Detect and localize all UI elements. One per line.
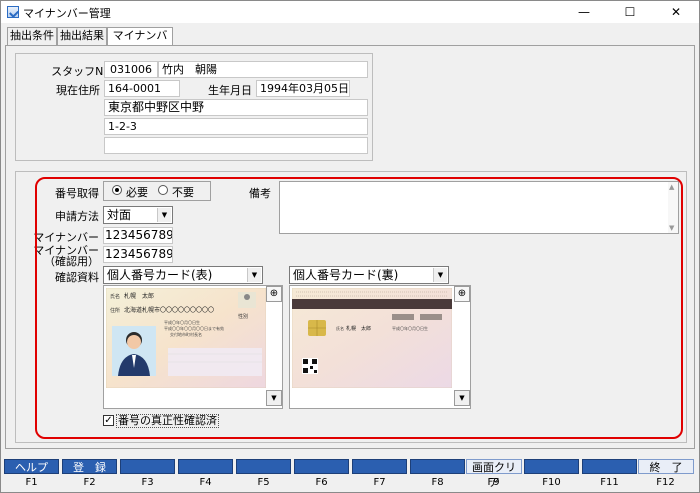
fkey-f8-number: F8 [431, 477, 444, 488]
postal-code-field[interactable]: 164-0001 [104, 80, 180, 97]
fkey-f12-exit[interactable]: 終 了 [638, 459, 694, 474]
fkey-f12-number: F12 [656, 477, 675, 488]
function-key-bar: ヘルプ F1 登 録 F2 F3 F4 F5 F6 F7 F8 画面クリア F9… [4, 459, 698, 491]
app-icon [7, 6, 19, 18]
fkey-f4[interactable] [178, 459, 233, 474]
fkey-f3[interactable] [120, 459, 175, 474]
fkey-f9-number: F9 [487, 477, 500, 488]
fkey-f1-number: F1 [25, 477, 38, 488]
staff-info-group: スタッフNO 031006 竹内 朝陽 現在住所 164-0001 生年月日 1… [15, 53, 373, 161]
birth-date-label: 生年月日 [208, 84, 252, 97]
birth-date-field[interactable]: 1994年03月05日 [256, 80, 350, 97]
fkey-f4-number: F4 [199, 477, 212, 488]
fkey-f3-number: F3 [141, 477, 154, 488]
address-label: 現在住所 [56, 84, 100, 97]
maximize-button[interactable]: ☐ [607, 1, 653, 23]
fkey-f6-number: F6 [315, 477, 328, 488]
close-button[interactable]: ✕ [653, 1, 699, 23]
staff-no-label: スタッフNO [51, 65, 112, 78]
tab-extraction-conditions[interactable]: 抽出条件 [7, 27, 57, 45]
address-line2-field[interactable]: 1-2-3 [104, 118, 368, 135]
minimize-button[interactable]: — [561, 1, 607, 23]
fkey-f5-number: F5 [257, 477, 270, 488]
fkey-f2-number: F2 [83, 477, 96, 488]
fkey-f5[interactable] [236, 459, 291, 474]
fkey-f6[interactable] [294, 459, 349, 474]
window-title: マイナンバー管理 [23, 7, 111, 20]
tab-extraction-results[interactable]: 抽出結果 [57, 27, 107, 45]
staff-name-field[interactable]: 竹内 朝陽 [158, 61, 368, 78]
fkey-f9-clear-screen[interactable]: 画面クリア [466, 459, 522, 489]
fkey-f10-number: F10 [542, 477, 561, 488]
fkey-f11-number: F11 [600, 477, 619, 488]
fkey-f11[interactable] [582, 459, 637, 474]
address-line3-field[interactable] [104, 137, 368, 154]
fkey-f2-register[interactable]: 登 録 [62, 459, 117, 474]
title-bar: マイナンバー管理 — ☐ ✕ [1, 1, 699, 23]
fkey-f8[interactable] [410, 459, 465, 474]
tab-mynumber[interactable]: マイナンバー [107, 27, 173, 58]
fkey-f10[interactable] [524, 459, 579, 474]
staff-no-field[interactable]: 031006 [104, 61, 158, 78]
fkey-f1-help[interactable]: ヘルプ [4, 459, 59, 474]
app-window: マイナンバー管理 — ☐ ✕ 抽出条件 抽出結果 マイナンバー スタッフNO 0… [0, 0, 700, 493]
highlight-annotation [35, 177, 683, 439]
fkey-f7-number: F7 [373, 477, 386, 488]
address-line1-field[interactable]: 東京都中野区中野 [104, 99, 368, 116]
fkey-f7[interactable] [352, 459, 407, 474]
